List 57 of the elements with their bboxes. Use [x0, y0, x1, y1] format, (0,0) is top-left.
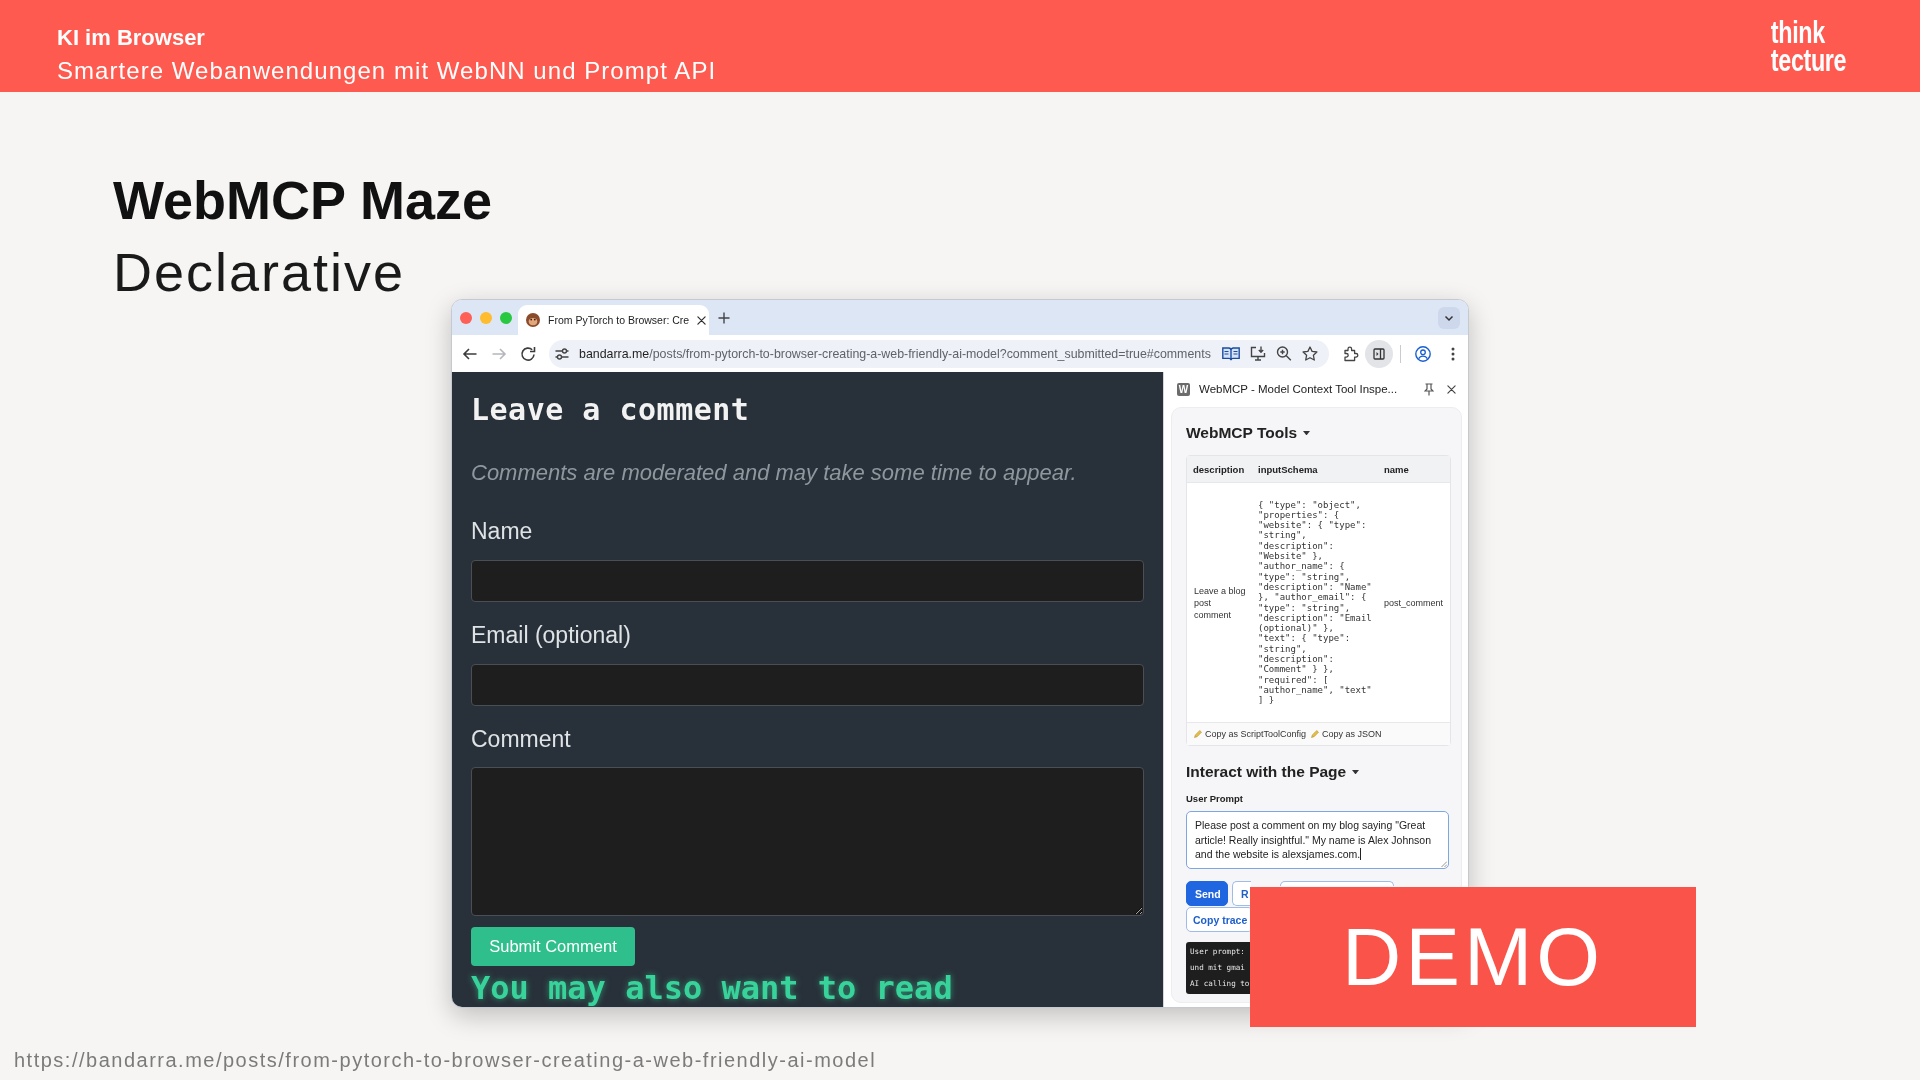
table-cell-text: { "type": "object", "properties": { "website": { "type": "string", "description": "Website" }, "author_name": { "type": "string", "description": "Name" }, "author_email": { "type": "string", "description": "Email (optional)" }, "text": { "type": "string", "description": "Comment" } }, "required": [ "author_name", "text" ] }	[1257, 498, 1373, 708]
column-header: name	[1379, 456, 1450, 483]
plus-icon[interactable]	[718, 311, 730, 324]
zoom-in-icon[interactable]	[1276, 346, 1292, 361]
pin-icon[interactable]	[1424, 382, 1434, 396]
extension-badge: W	[1177, 382, 1190, 396]
column-header: description	[1187, 456, 1253, 483]
table-cell-text: post_comment	[1383, 596, 1445, 610]
pencil-icon	[1194, 729, 1202, 738]
text-cursor-icon	[1360, 848, 1362, 860]
related-posts-heading: You may also want to read	[471, 971, 953, 1005]
demo-banner: DEMO	[1250, 887, 1696, 1027]
deck-title: KI im Browser	[57, 25, 205, 51]
close-icon[interactable]	[1447, 384, 1456, 394]
side-panel-icon[interactable]	[1365, 339, 1393, 368]
panel-title: WebMCP - Model Context Tool Inspe...	[1199, 383, 1398, 395]
caret-down-icon[interactable]	[1352, 769, 1360, 775]
field-label: User Prompt	[1186, 792, 1243, 805]
menu-icon[interactable]	[1451, 346, 1455, 361]
copy-link[interactable]: Copy as ScriptToolConfig	[1194, 728, 1307, 739]
source-url: https://bandarra.me/posts/from-pytorch-to-browser-creating-a-web-friendly-ai-model	[13, 1048, 877, 1073]
section-heading[interactable]: WebMCP Tools	[1186, 424, 1298, 442]
back-arrow-icon[interactable]	[462, 345, 478, 362]
chevron-down-icon[interactable]	[1438, 306, 1460, 329]
close-icon[interactable]	[697, 315, 707, 325]
slide-subtitle: Declarative	[113, 244, 406, 300]
table-cell-text: Leave a blog post comment	[1193, 584, 1247, 622]
profile-icon[interactable]	[1415, 345, 1431, 362]
field-label: Email (optional)	[471, 621, 631, 650]
star-icon[interactable]	[1302, 346, 1318, 361]
input-field[interactable]	[471, 664, 1144, 706]
resize-grip-icon[interactable]	[1441, 861, 1447, 867]
field-label: Name	[471, 517, 533, 546]
action-button[interactable]: Send	[1186, 881, 1228, 906]
slide-title: WebMCP Maze	[113, 170, 493, 230]
install-icon[interactable]	[1250, 346, 1266, 361]
book-icon[interactable]	[1222, 346, 1240, 361]
logo: think tecture	[1770, 18, 1846, 74]
moderation-note: Comments are moderated and may take some time to appear.	[471, 459, 1077, 487]
caret-down-icon[interactable]	[1303, 430, 1311, 436]
textarea-field[interactable]	[471, 767, 1144, 916]
address-bar[interactable]: bandarra.me/posts/from-pytorch-to-browser-creating-a-web-friendly-ai-model?comment_submitted=true#comments	[549, 339, 1329, 368]
tune-icon[interactable]	[555, 346, 569, 361]
pencil-icon	[1311, 729, 1320, 738]
browser-tab[interactable]: From PyTorch to Browser: Cre	[518, 305, 709, 335]
prompt-field[interactable]: Please post a comment on my blog saying "Great article! Really insightful." My name is Alex Johnson and the website is alexsjames.com.	[1186, 811, 1449, 869]
form-heading: Leave a comment	[471, 392, 750, 428]
copy-link[interactable]: Copy as JSON	[1311, 728, 1382, 739]
deck-subtitle: Smartere Webanwendungen mit WebNN und Prompt API	[57, 56, 717, 86]
action-button[interactable]: R	[1232, 881, 1251, 906]
reload-icon[interactable]	[520, 345, 536, 362]
field-label: Comment	[471, 725, 571, 754]
section-heading[interactable]: Interact with the Page	[1186, 763, 1347, 781]
monkey-face-icon	[526, 313, 540, 327]
column-header: inputSchema	[1253, 456, 1379, 483]
input-field[interactable]	[471, 560, 1144, 602]
puzzle-icon[interactable]	[1343, 345, 1359, 362]
